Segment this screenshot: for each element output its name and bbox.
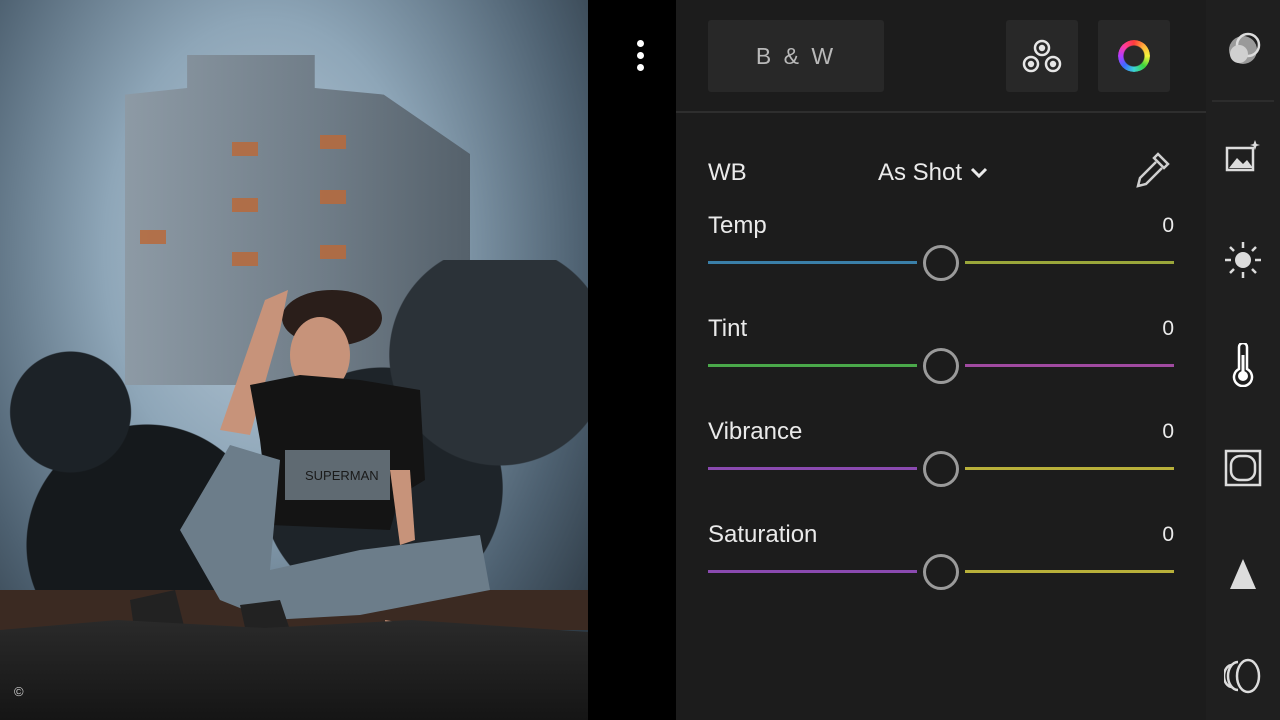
window bbox=[232, 142, 258, 156]
rail-effects[interactable] bbox=[1223, 448, 1263, 488]
slider-value[interactable]: 0 bbox=[1162, 317, 1174, 341]
slider-track-right bbox=[965, 261, 1174, 264]
slider-value[interactable]: 0 bbox=[1162, 214, 1174, 238]
rail-auto[interactable] bbox=[1223, 136, 1263, 176]
color-grading-wheel-icon bbox=[1118, 40, 1150, 72]
wb-preset-value: As Shot bbox=[878, 159, 963, 186]
slider-thumb[interactable] bbox=[923, 348, 959, 384]
slider-value[interactable]: 0 bbox=[1162, 420, 1174, 444]
slider-track-left bbox=[708, 364, 917, 367]
shirt-print: SUPERMAN bbox=[305, 468, 379, 483]
detail-triangle-icon bbox=[1230, 559, 1256, 589]
slider-thumb[interactable] bbox=[923, 451, 959, 487]
light-sun-icon bbox=[1225, 242, 1261, 278]
slider-label: Vibrance bbox=[708, 418, 803, 445]
rail-divider bbox=[1212, 100, 1274, 102]
color-thermometer-icon bbox=[1232, 343, 1254, 387]
slider-vibrance: Vibrance 0 bbox=[708, 418, 1174, 498]
window bbox=[232, 198, 258, 212]
slider-track-left bbox=[708, 261, 917, 264]
slider-label: Saturation bbox=[708, 521, 818, 548]
rail-optics[interactable] bbox=[1223, 656, 1263, 696]
color-grading-button[interactable] bbox=[1098, 20, 1170, 92]
eyedropper-icon[interactable] bbox=[1132, 150, 1172, 194]
window bbox=[320, 190, 346, 204]
slider-label: Temp bbox=[708, 212, 767, 239]
chevron-down-icon bbox=[970, 167, 988, 179]
slider-track-right bbox=[965, 467, 1174, 470]
slider-thumb[interactable] bbox=[923, 554, 959, 590]
rail-light[interactable] bbox=[1223, 240, 1263, 280]
slider-saturation: Saturation 0 bbox=[708, 521, 1174, 601]
rail-color[interactable] bbox=[1223, 342, 1263, 388]
rock-ledge bbox=[0, 620, 588, 720]
color-mix-button[interactable] bbox=[1006, 20, 1078, 92]
slider-thumb[interactable] bbox=[923, 245, 959, 281]
white-balance-row: WB As Shot bbox=[708, 150, 1174, 196]
tool-rail bbox=[1206, 0, 1280, 720]
optics-lens-icon bbox=[1224, 658, 1261, 694]
slider-label: Tint bbox=[708, 315, 748, 342]
slider-temp: Temp 0 bbox=[708, 212, 1174, 292]
bw-button[interactable]: B & W bbox=[708, 20, 884, 92]
slider-track-left bbox=[708, 467, 917, 470]
slider-tint: Tint 0 bbox=[708, 315, 1174, 395]
color-panel: B & W WB As Shot Temp 0 Tint 0 Vibrance … bbox=[676, 0, 1206, 720]
photo-canvas[interactable]: SUPERMAN © bbox=[0, 0, 588, 720]
copyright-mark: © bbox=[14, 684, 24, 699]
window bbox=[320, 245, 346, 259]
slider-track-right bbox=[965, 364, 1174, 367]
wb-preset-dropdown[interactable]: As Shot bbox=[878, 159, 988, 187]
auto-enhance-icon bbox=[1225, 140, 1260, 172]
slider-track-right bbox=[965, 570, 1174, 573]
presets-icon bbox=[1229, 32, 1261, 64]
slider-track-left bbox=[708, 570, 917, 573]
effects-vignette-icon bbox=[1224, 449, 1262, 487]
rail-presets[interactable] bbox=[1223, 30, 1263, 70]
photo-gutter bbox=[588, 0, 676, 720]
color-mix-icon bbox=[1022, 39, 1062, 73]
rail-detail[interactable] bbox=[1223, 554, 1263, 594]
more-vertical-icon[interactable] bbox=[630, 40, 650, 74]
slider-value[interactable]: 0 bbox=[1162, 523, 1174, 547]
window bbox=[320, 135, 346, 149]
wb-label: WB bbox=[708, 159, 747, 186]
window bbox=[140, 230, 166, 244]
panel-toolbar: B & W bbox=[676, 0, 1206, 113]
